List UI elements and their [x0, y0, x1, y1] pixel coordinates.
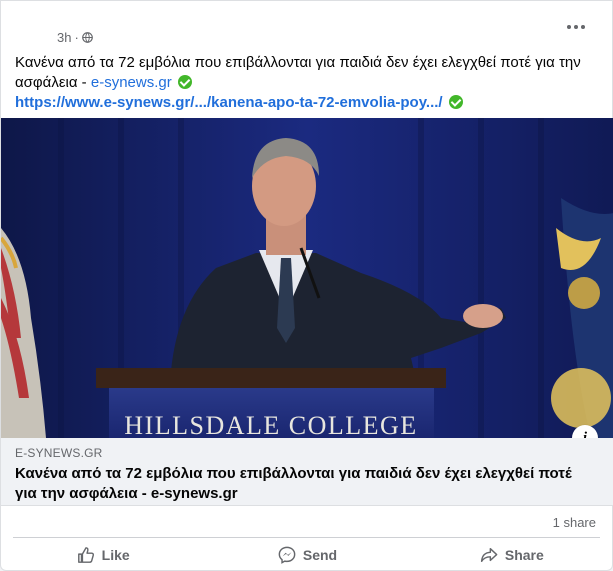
preview-title[interactable]: Κανένα από τα 72 εμβόλια που επιβάλλοντα… [15, 464, 585, 504]
globe-icon [81, 32, 93, 43]
action-bar: Like Send Share [1, 539, 613, 571]
share-count[interactable]: 1 share [553, 515, 596, 530]
post-url-link[interactable]: https://www.e-synews.gr/.../kanena-apo-t… [15, 94, 443, 111]
timestamp-text[interactable]: 3h [57, 30, 71, 45]
send-button[interactable]: Send [205, 539, 409, 571]
podium-text: HILLSDALE COLLEGE [124, 411, 417, 438]
send-label: Send [302, 547, 338, 563]
share-label: Share [504, 547, 544, 563]
dot-separator: · [74, 30, 79, 45]
share-button[interactable]: Share [410, 539, 613, 571]
like-label: Like [101, 547, 130, 563]
dot [567, 25, 571, 29]
post-card: 3h · Κανένα από τα 72 εμβόλια που επιβάλ… [0, 0, 613, 571]
action-divider [13, 537, 600, 538]
url-line: https://www.e-synews.gr/.../kanena-apo-t… [15, 93, 600, 113]
link-preview[interactable]: E-SYNEWS.GR Κανένα από τα 72 εμβόλια που… [1, 438, 613, 506]
thumbs-up-icon [77, 547, 94, 563]
dot [581, 25, 585, 29]
like-button[interactable]: Like [1, 539, 205, 571]
dot [574, 25, 578, 29]
messenger-icon [278, 546, 296, 564]
post-header: 3h · [1, 1, 612, 49]
speaker-photo: HILLSDALE COLLEGE [1, 118, 613, 438]
link-preview-image[interactable]: HILLSDALE COLLEGE [1, 118, 613, 438]
post-timestamp[interactable]: 3h · [57, 30, 93, 45]
source-link[interactable]: e-synews.gr [91, 74, 172, 91]
verified-check-icon [177, 75, 192, 89]
verified-check-icon [448, 95, 463, 109]
share-arrow-icon [480, 547, 498, 563]
post-message: Κανένα από τα 72 εμβόλια που επιβάλλοντα… [15, 53, 600, 113]
more-options-icon[interactable] [564, 15, 588, 39]
preview-domain: E-SYNEWS.GR [15, 446, 103, 460]
